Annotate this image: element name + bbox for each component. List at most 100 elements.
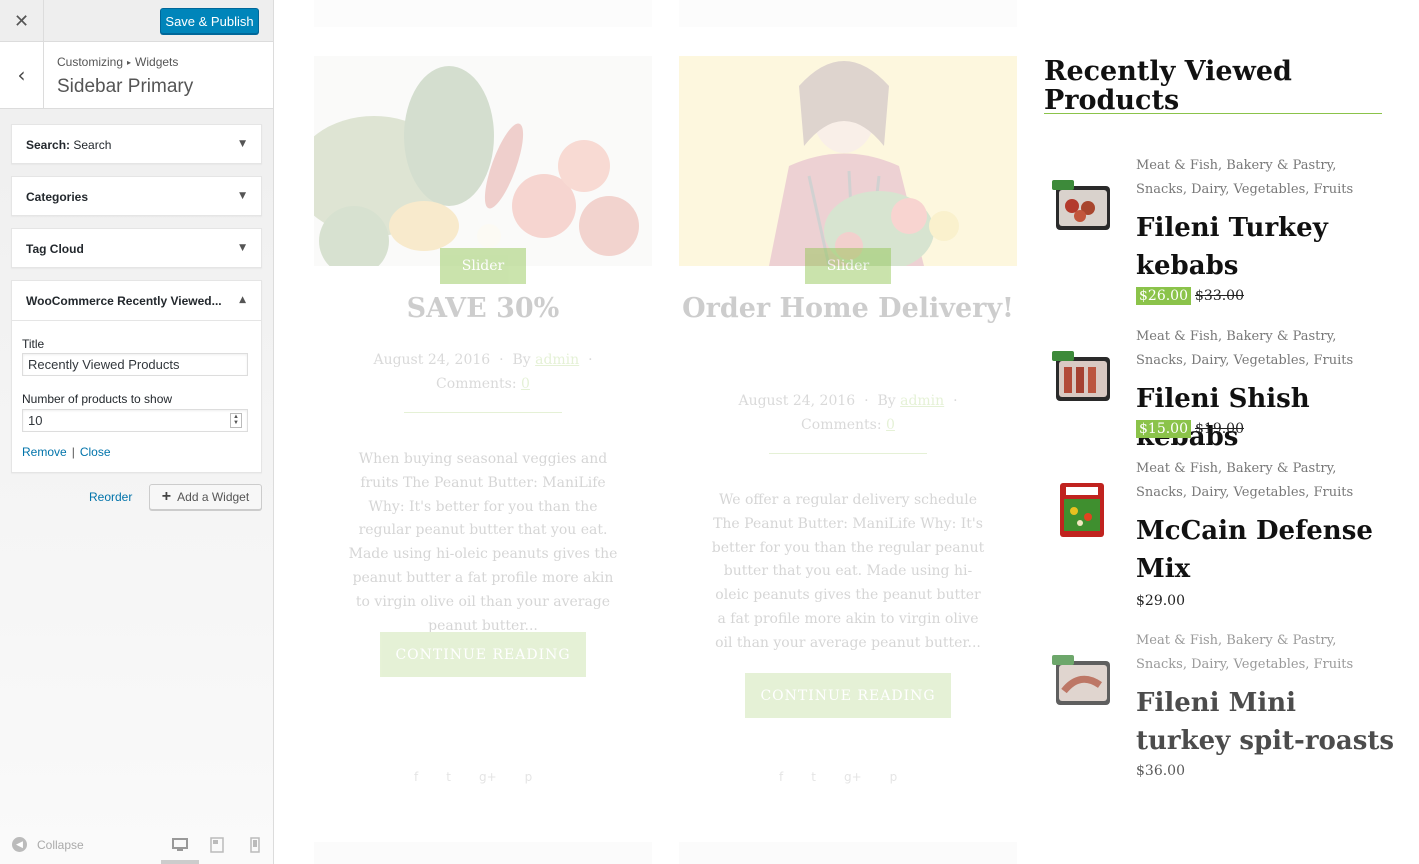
- number-spinner[interactable]: ▲ ▼: [230, 413, 242, 428]
- add-widget-button[interactable]: + Add a Widget: [149, 484, 262, 510]
- share-icons: f t g+ p: [779, 770, 897, 784]
- widget-label: Search:: [26, 138, 71, 152]
- comments-link[interactable]: 0: [886, 417, 895, 433]
- post-meta: August 24, 2016 · By admin · Comments: 0: [738, 393, 958, 433]
- product-price: $29.00: [1136, 593, 1185, 609]
- post-image-vegetables[interactable]: [314, 56, 652, 266]
- section-header: ‹ Customizing ▸ Widgets Sidebar Primary: [0, 42, 273, 109]
- back-button[interactable]: ‹: [0, 42, 44, 108]
- remove-link[interactable]: Remove: [22, 445, 67, 459]
- site-preview: SAVE 30% August 24, 2016 · By admin · Co…: [274, 0, 1419, 864]
- widget-title-underline: [1044, 113, 1382, 114]
- pinterest-icon[interactable]: p: [525, 770, 533, 784]
- post-category-tag[interactable]: Slider: [440, 248, 526, 284]
- caret-down-icon[interactable]: ▼: [239, 139, 246, 149]
- divider: [769, 453, 927, 454]
- widget-header[interactable]: WooCommerce Recently Viewed... ▲: [12, 281, 261, 321]
- widget-categories[interactable]: Categories ▼: [11, 176, 262, 216]
- post-category-tag[interactable]: Slider: [805, 248, 891, 284]
- post-card: Order Home Delivery! August 24, 2016 · B…: [679, 56, 1017, 796]
- mobile-preview-icon[interactable]: [246, 836, 264, 854]
- google-plus-icon[interactable]: g+: [844, 770, 862, 784]
- product-title-link[interactable]: Fileni Shish kebabs: [1136, 381, 1406, 456]
- count-input[interactable]: 10 ▲ ▼: [22, 409, 248, 432]
- customizer-footer: ◀ Collapse: [0, 826, 273, 864]
- customizer-panel: ✕ Save & Publish ‹ Customizing ▸ Widgets S…: [0, 0, 274, 864]
- post-excerpt: We offer a regular delivery schedule The…: [711, 492, 985, 651]
- previous-post-edge: [314, 0, 652, 27]
- caret-down-icon[interactable]: ▼: [239, 243, 246, 253]
- post-by: By: [877, 393, 896, 409]
- caret-up-icon[interactable]: ▲: [239, 295, 246, 305]
- widget-title: Search: Search: [26, 138, 111, 152]
- widget-actions: Remove | Close: [22, 445, 111, 459]
- twitter-icon[interactable]: t: [811, 770, 816, 784]
- facebook-icon[interactable]: f: [779, 770, 783, 784]
- product-thumbnail[interactable]: [1050, 347, 1112, 409]
- tablet-preview-icon[interactable]: [208, 836, 226, 854]
- product-price-value: $36.00: [1136, 763, 1185, 779]
- breadcrumb-current: Widgets: [135, 55, 179, 69]
- product-thumbnail[interactable]: [1050, 176, 1112, 238]
- post-author-link[interactable]: admin: [535, 352, 579, 368]
- product-item: Meat & Fish, Bakery & Pastry, Snacks, Da…: [1044, 154, 1389, 314]
- reorder-link[interactable]: Reorder: [89, 490, 132, 504]
- product-categories: Meat & Fish, Bakery & Pastry, Snacks, Da…: [1136, 461, 1354, 500]
- product-title-link[interactable]: Fileni Turkey kebabs: [1136, 210, 1396, 285]
- product-item: Meat & Fish, Bakery & Pastry, Snacks, Da…: [1044, 457, 1389, 617]
- post-author-link[interactable]: admin: [900, 393, 944, 409]
- comments-label: Comments:: [801, 417, 882, 433]
- caret-down-icon[interactable]: ▼: [239, 191, 246, 201]
- product-categories: Meat & Fish, Bakery & Pastry, Snacks, Da…: [1136, 633, 1354, 672]
- collapse-label: Collapse: [37, 837, 84, 852]
- post-date: August 24, 2016: [373, 352, 491, 368]
- widget-title: Recently Viewed Products: [1044, 56, 1292, 116]
- widget-title: Tag Cloud: [26, 242, 84, 256]
- post-date: August 24, 2016: [738, 393, 856, 409]
- audio-player-edge: [679, 842, 1017, 864]
- desktop-preview-icon[interactable]: [171, 836, 189, 854]
- product-price: $36.00: [1136, 763, 1185, 779]
- breadcrumb-root: Customizing: [57, 55, 124, 69]
- twitter-icon[interactable]: t: [446, 770, 451, 784]
- widget-title: Categories: [26, 190, 89, 204]
- product-thumbnail[interactable]: [1050, 651, 1112, 713]
- comments-link[interactable]: 0: [521, 376, 530, 392]
- product-thumbnail[interactable]: [1050, 479, 1112, 541]
- previous-post-edge: [679, 0, 1017, 27]
- sale-price: $15.00: [1136, 420, 1191, 438]
- close-customizer-button[interactable]: ✕: [0, 0, 44, 42]
- widget-instance-title: Search: [73, 138, 112, 152]
- google-plus-icon[interactable]: g+: [479, 770, 497, 784]
- chevron-left-icon: ‹: [17, 63, 26, 87]
- comments-label: Comments:: [436, 376, 517, 392]
- product-title-link[interactable]: McCain Defense Mix: [1136, 513, 1396, 588]
- facebook-icon[interactable]: f: [414, 770, 418, 784]
- save-publish-button[interactable]: Save & Publish: [160, 8, 259, 34]
- product-price-value: $29.00: [1136, 593, 1185, 609]
- continue-reading-button[interactable]: CONTINUE READING: [745, 673, 951, 718]
- product-title-link[interactable]: Fileni Mini turkey spit-roasts: [1136, 685, 1396, 760]
- pinterest-icon[interactable]: p: [890, 770, 898, 784]
- widget-recently-viewed: WooCommerce Recently Viewed... ▲ Title N…: [11, 280, 262, 473]
- post-title[interactable]: Order Home Delivery!: [679, 288, 1017, 329]
- post-image-woman-groceries[interactable]: [679, 56, 1017, 266]
- product-item: Meat & Fish, Bakery & Pastry, Snacks, Da…: [1044, 325, 1389, 452]
- product-categories: Meat & Fish, Bakery & Pastry, Snacks, Da…: [1136, 158, 1354, 197]
- section-title: Sidebar Primary: [57, 76, 194, 97]
- regular-price: $33.00: [1195, 288, 1244, 304]
- product-price: $15.00 $19.00: [1136, 420, 1244, 438]
- title-input[interactable]: [22, 353, 248, 376]
- regular-price: $19.00: [1195, 421, 1244, 437]
- share-icons: f t g+ p: [414, 770, 532, 784]
- customizer-header: ✕ Save & Publish: [0, 0, 273, 42]
- collapse-icon: ◀: [12, 837, 27, 852]
- post-title[interactable]: SAVE 30%: [314, 288, 652, 329]
- product-item: Meat & Fish, Bakery & Pastry, Snacks, Da…: [1044, 629, 1394, 789]
- close-link[interactable]: Close: [80, 445, 111, 459]
- post-excerpt: When buying seasonal veggies and fruits …: [348, 451, 618, 634]
- widget-search[interactable]: Search: Search ▼: [11, 124, 262, 164]
- widget-tag-cloud[interactable]: Tag Cloud ▼: [11, 228, 262, 268]
- continue-reading-button[interactable]: CONTINUE READING: [380, 632, 586, 677]
- collapse-button[interactable]: ◀ Collapse: [12, 837, 84, 852]
